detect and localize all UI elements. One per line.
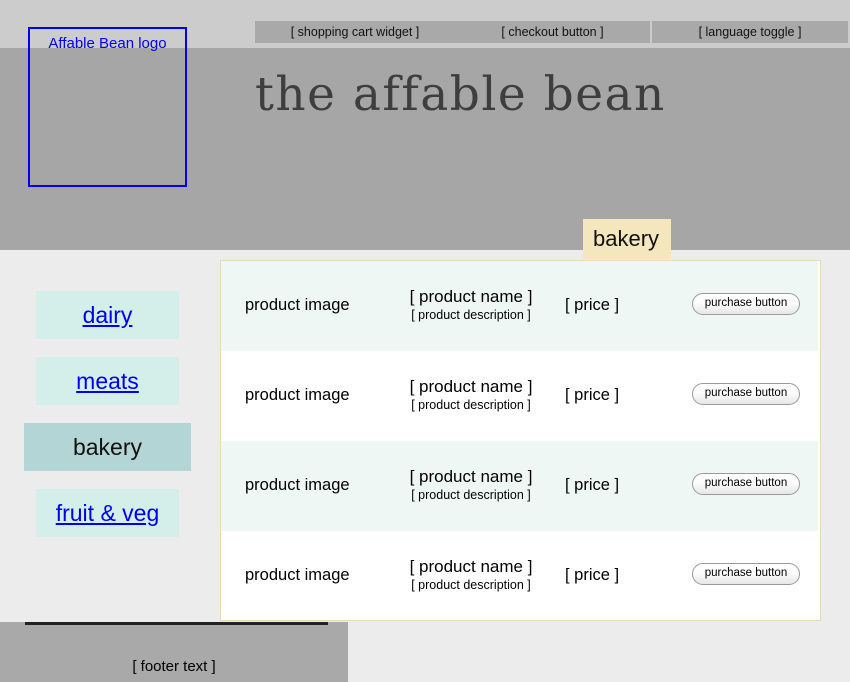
sidebar-item-fruit-veg[interactable]: fruit & veg	[36, 489, 179, 537]
sidebar-item-label: fruit & veg	[55, 500, 160, 526]
footer-divider	[25, 622, 328, 625]
language-toggle-label: [ language toggle ]	[698, 25, 802, 39]
table-row[interactable]: product image [ product name ] [ product…	[221, 441, 820, 531]
product-description: [ product description ]	[411, 488, 531, 502]
site-logo[interactable]: Affable Bean logo	[28, 27, 187, 187]
product-name: [ product name ]	[409, 377, 533, 396]
shopping-cart-widget[interactable]: [ shopping cart widget ]	[255, 21, 455, 43]
table-row[interactable]: product image [ product name ] [ product…	[221, 531, 820, 620]
product-info: [ product name ] [ product description ]	[361, 376, 581, 414]
purchase-button[interactable]: purchase button	[691, 563, 801, 585]
category-tab-label: bakery	[593, 226, 660, 251]
product-action-cell: purchase button	[681, 383, 811, 405]
footer: [ footer text ]	[0, 622, 348, 682]
product-price: [ price ]	[565, 386, 620, 404]
product-image-placeholder: product image	[245, 386, 350, 404]
product-action-cell: purchase button	[681, 293, 811, 315]
product-description: [ product description ]	[411, 398, 531, 412]
product-list-panel: product image [ product name ] [ product…	[220, 260, 821, 621]
product-description: [ product description ]	[411, 578, 531, 592]
site-logo-label: Affable Bean logo	[48, 35, 167, 52]
product-price: [ price ]	[565, 296, 620, 314]
sidebar-item-label: dairy	[82, 302, 133, 328]
product-image-placeholder: product image	[245, 476, 350, 494]
product-info: [ product name ] [ product description ]	[361, 466, 581, 504]
table-row[interactable]: product image [ product name ] [ product…	[221, 351, 820, 441]
product-name: [ product name ]	[409, 467, 533, 486]
purchase-button[interactable]: purchase button	[691, 293, 801, 315]
page-title: the affable bean	[255, 67, 666, 122]
footer-text: [ footer text ]	[132, 658, 216, 675]
product-name: [ product name ]	[409, 557, 533, 576]
table-row[interactable]: product image [ product name ] [ product…	[221, 261, 820, 351]
sidebar-item-label: meats	[76, 368, 139, 394]
product-name: [ product name ]	[409, 287, 533, 306]
sidebar-item-meats[interactable]: meats	[36, 357, 179, 405]
sidebar: dairy meats bakery fruit & veg	[0, 250, 220, 682]
purchase-button[interactable]: purchase button	[691, 473, 801, 495]
product-price: [ price ]	[565, 566, 620, 584]
product-action-cell: purchase button	[681, 473, 811, 495]
product-action-cell: purchase button	[681, 563, 811, 585]
sidebar-item-dairy[interactable]: dairy	[36, 291, 179, 339]
language-toggle[interactable]: [ language toggle ]	[652, 21, 848, 43]
product-info: [ product name ] [ product description ]	[361, 286, 581, 324]
product-price: [ price ]	[565, 476, 620, 494]
product-image-placeholder: product image	[245, 566, 350, 584]
category-tab-bakery[interactable]: bakery	[583, 219, 671, 259]
product-image-placeholder: product image	[245, 296, 350, 314]
checkout-button-label: [ checkout button ]	[501, 25, 604, 39]
checkout-button[interactable]: [ checkout button ]	[455, 21, 650, 43]
purchase-button[interactable]: purchase button	[691, 383, 801, 405]
product-info: [ product name ] [ product description ]	[361, 556, 581, 594]
sidebar-item-bakery[interactable]: bakery	[24, 423, 191, 471]
shopping-cart-widget-label: [ shopping cart widget ]	[290, 25, 420, 39]
sidebar-item-label: bakery	[72, 434, 143, 460]
product-description: [ product description ]	[411, 308, 531, 322]
